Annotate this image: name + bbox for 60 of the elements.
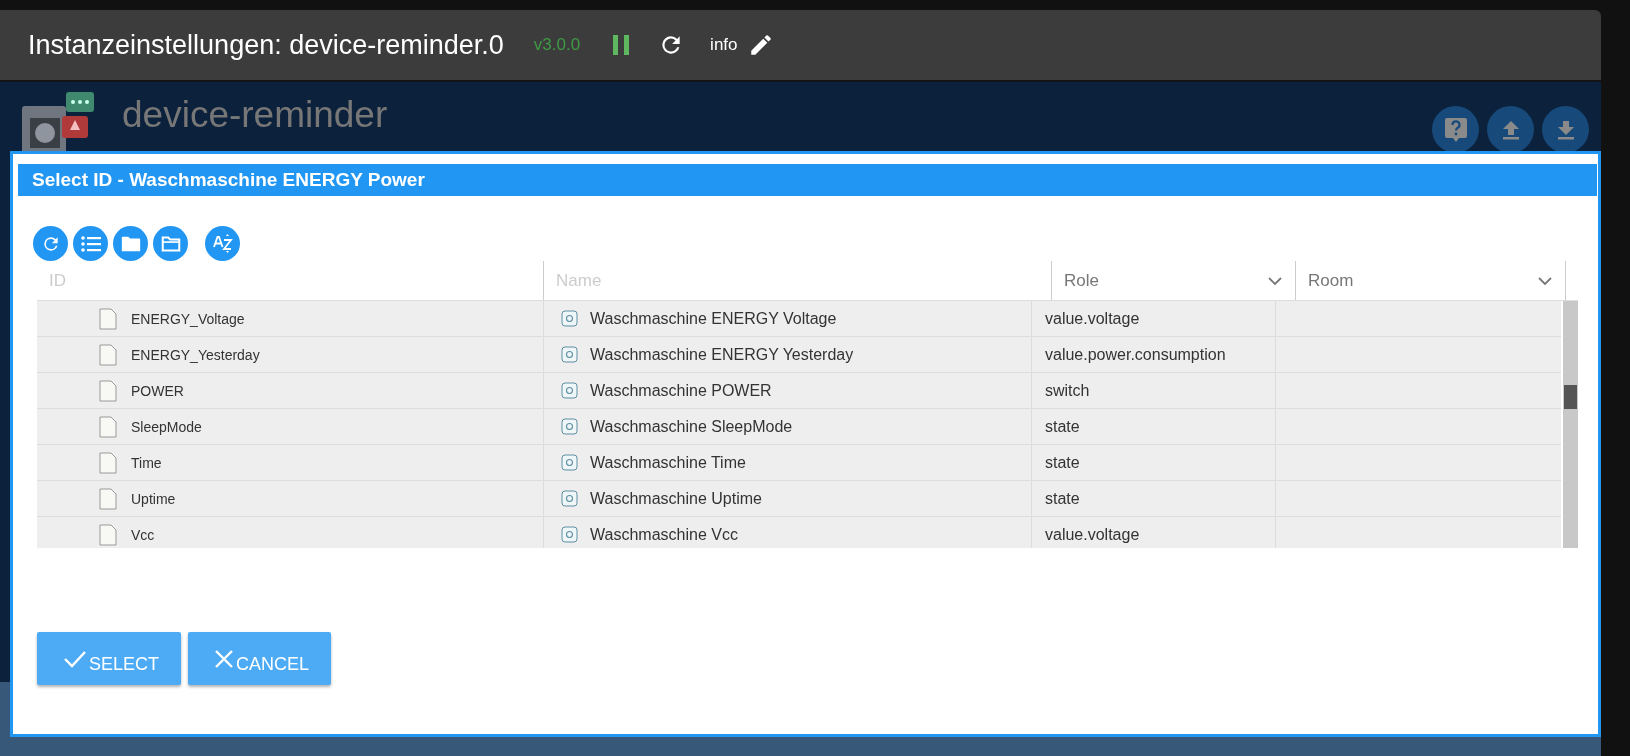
window-title: Instanzeinstellungen: device-reminder.0 [28,29,504,61]
object-id: Vcc [131,526,155,543]
object-name: Waschmaschine Time [590,453,746,472]
file-icon [99,307,117,330]
sort-icon [210,231,235,256]
object-id: SleepMode [131,418,202,435]
select-button[interactable]: SELECT [37,632,182,685]
object-id: POWER [131,382,184,399]
file-icon [99,415,117,438]
adapter-name: device-reminder [122,94,388,136]
dialog-title: Select ID - Waschmaschine ENERGY Power [18,164,1597,196]
state-icon [561,418,578,435]
version-label: v3.0.0 [533,35,581,55]
object-name: Waschmaschine Uptime [590,489,762,508]
object-role: state [1045,489,1080,508]
object-role: value.power.consumption [1045,345,1226,364]
help-icon [1442,115,1469,144]
close-icon [214,649,235,669]
checkmark-icon [63,649,87,669]
object-role: switch [1045,381,1090,400]
column-header: Role [1064,270,1099,291]
file-icon [99,379,117,402]
sort-button[interactable] [205,226,240,261]
object-name: Waschmaschine SleepMode [590,417,793,436]
file-icon [99,451,117,474]
folder-outline-button[interactable] [153,226,188,261]
refresh-button[interactable] [33,226,68,261]
object-role: state [1045,453,1080,472]
list-view-button[interactable] [73,226,108,261]
state-icon [561,346,578,363]
state-icon [561,382,578,399]
state-icon [561,454,578,471]
upload-button[interactable] [1487,106,1534,153]
chevron-down-icon[interactable] [1537,275,1553,286]
object-role: state [1045,417,1080,436]
info-label[interactable]: info [710,35,738,55]
adapter-logo-icon [20,92,96,154]
object-id: ENERGY_Yesterday [131,346,260,363]
scrollbar[interactable] [1563,301,1578,548]
download-button[interactable] [1542,106,1589,153]
folder-button[interactable] [113,226,148,261]
object-id: ENERGY_Voltage [131,310,245,327]
object-role: value.voltage [1045,309,1140,328]
object-name: Waschmaschine ENERGY Yesterday [590,345,854,364]
object-name: Waschmaschine ENERGY Voltage [590,309,837,328]
column-header: Room [1308,270,1354,291]
file-icon [99,487,117,510]
help-button[interactable] [1432,106,1479,153]
object-id: Uptime [131,490,176,507]
object-id: Time [131,454,162,471]
object-name: Waschmaschine Vcc [590,525,738,544]
list-icon [79,233,102,254]
state-icon [561,526,578,543]
cancel-button[interactable]: CANCEL [188,632,332,685]
file-icon [99,343,117,366]
state-icon [561,490,578,507]
chevron-down-icon[interactable] [1267,275,1283,286]
object-name: Waschmaschine POWER [590,381,772,400]
object-role: value.voltage [1045,525,1140,544]
state-icon [561,310,578,327]
